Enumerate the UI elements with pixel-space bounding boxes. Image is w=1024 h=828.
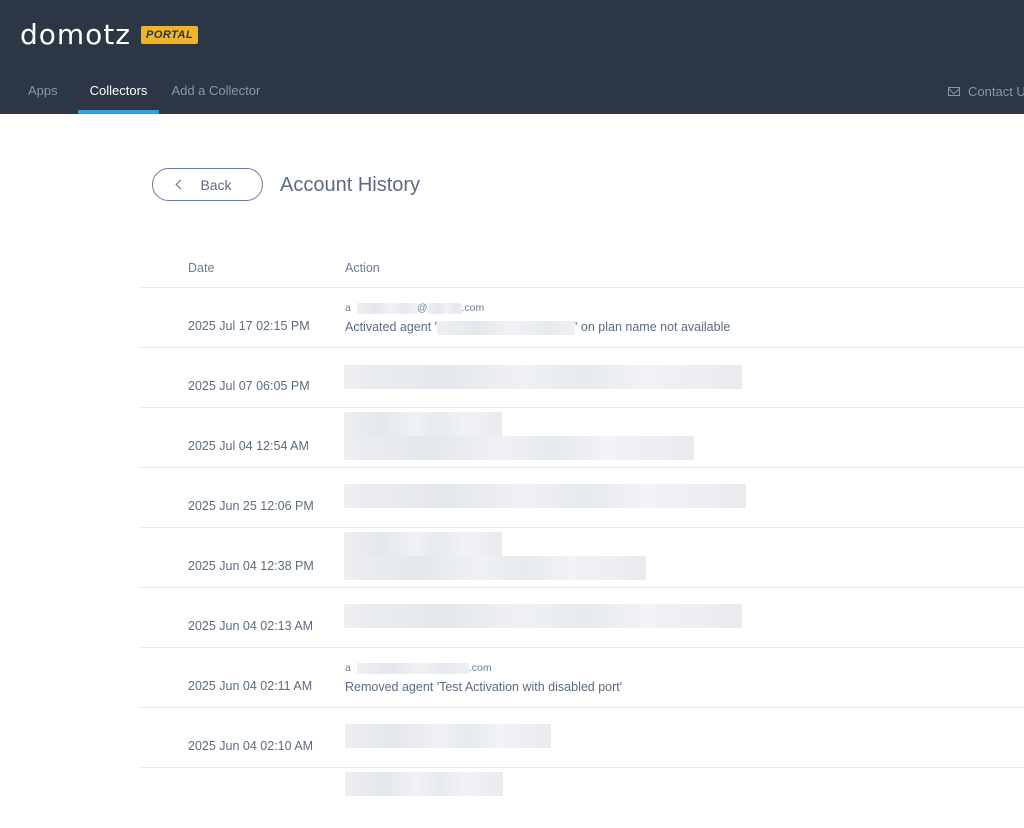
contact-us-link[interactable]: Contact U <box>948 84 1024 99</box>
table-row: 2025 Jun 04 12:38 PM <box>138 528 1024 588</box>
history-table: Date Action a @ .com Activated agent ' ' on… <box>138 248 1024 828</box>
envelope-icon <box>948 87 960 96</box>
row-date: 2025 Jun 04 02:10 AM <box>188 739 314 753</box>
row-date: 2025 Jul 17 02:15 PM <box>188 319 310 333</box>
redacted-block <box>344 412 502 436</box>
redacted-text <box>356 302 417 314</box>
redacted-block <box>344 436 694 460</box>
table-row: 2025 Jul 04 12:54 AM <box>138 408 1024 468</box>
redacted-text <box>356 662 469 674</box>
row-date: 2025 Jul 04 12:54 AM <box>188 439 309 453</box>
action-suffix: ' on plan name not available <box>575 320 731 334</box>
tab-apps[interactable]: Apps <box>16 70 70 114</box>
page-title: Account History <box>280 174 421 196</box>
redacted-block <box>344 532 502 556</box>
redacted-text <box>437 320 576 335</box>
table-row: a @ .com Activated agent ' ' on plan name n… <box>138 288 1024 348</box>
email-suffix: .com <box>461 302 485 314</box>
domotz-logo[interactable]: domotz PORTAL <box>20 18 199 51</box>
logo-text: domotz <box>20 18 131 51</box>
table-row: 2025 Jul 07 06:05 PM <box>138 348 1024 408</box>
redacted-block <box>344 604 742 628</box>
table-header: Date Action <box>138 248 1024 288</box>
column-header-action: Action <box>345 261 380 275</box>
table-row: 2025 Jun 25 12:06 PM <box>138 468 1024 528</box>
contact-label: Contact U <box>968 84 1024 99</box>
action-prefix: Activated agent ' <box>345 320 438 334</box>
redacted-block <box>344 365 742 389</box>
tab-collectors[interactable]: Collectors <box>77 70 160 114</box>
row-date: 2025 Jun 04 02:13 AM <box>188 619 314 633</box>
redacted-block <box>345 772 503 796</box>
redacted-text <box>427 302 462 314</box>
row-action: Removed agent 'Test Activation with disa… <box>345 680 623 694</box>
tab-add-collector[interactable]: Add a Collector <box>159 70 272 114</box>
row-date: 2025 Jun 25 12:06 PM <box>188 499 314 513</box>
chevron-left-icon <box>175 179 186 190</box>
back-button-label: Back <box>200 176 232 193</box>
row-date: 2025 Jun 04 02:11 AM <box>188 679 313 693</box>
portal-badge: PORTAL <box>141 25 199 44</box>
redacted-block <box>344 484 746 508</box>
redacted-block <box>344 556 646 580</box>
table-row: a .com Removed agent 'Test Activation wit… <box>138 648 1024 708</box>
table-row <box>138 768 1024 828</box>
row-user-email: a .com <box>345 662 492 674</box>
email-suffix: .com <box>468 662 492 674</box>
row-user-email: a @ .com <box>345 302 484 314</box>
redacted-block <box>345 724 551 748</box>
email-prefix: a <box>345 302 351 314</box>
email-at: @ <box>416 302 428 314</box>
row-date: 2025 Jul 07 06:05 PM <box>188 379 310 393</box>
top-navigation-bar: domotz PORTAL Apps Collectors Add a Coll… <box>0 0 1024 114</box>
email-prefix: a <box>345 662 351 674</box>
main-nav: Apps Collectors Add a Collector <box>0 70 272 114</box>
table-row: 2025 Jun 04 02:10 AM <box>138 708 1024 768</box>
table-row: 2025 Jun 04 02:13 AM <box>138 588 1024 648</box>
column-header-date: Date <box>188 261 215 275</box>
back-button[interactable]: Back <box>152 168 263 201</box>
row-date: 2025 Jun 04 12:38 PM <box>188 559 314 573</box>
row-action: Activated agent ' ' on plan name not avai… <box>345 320 730 335</box>
